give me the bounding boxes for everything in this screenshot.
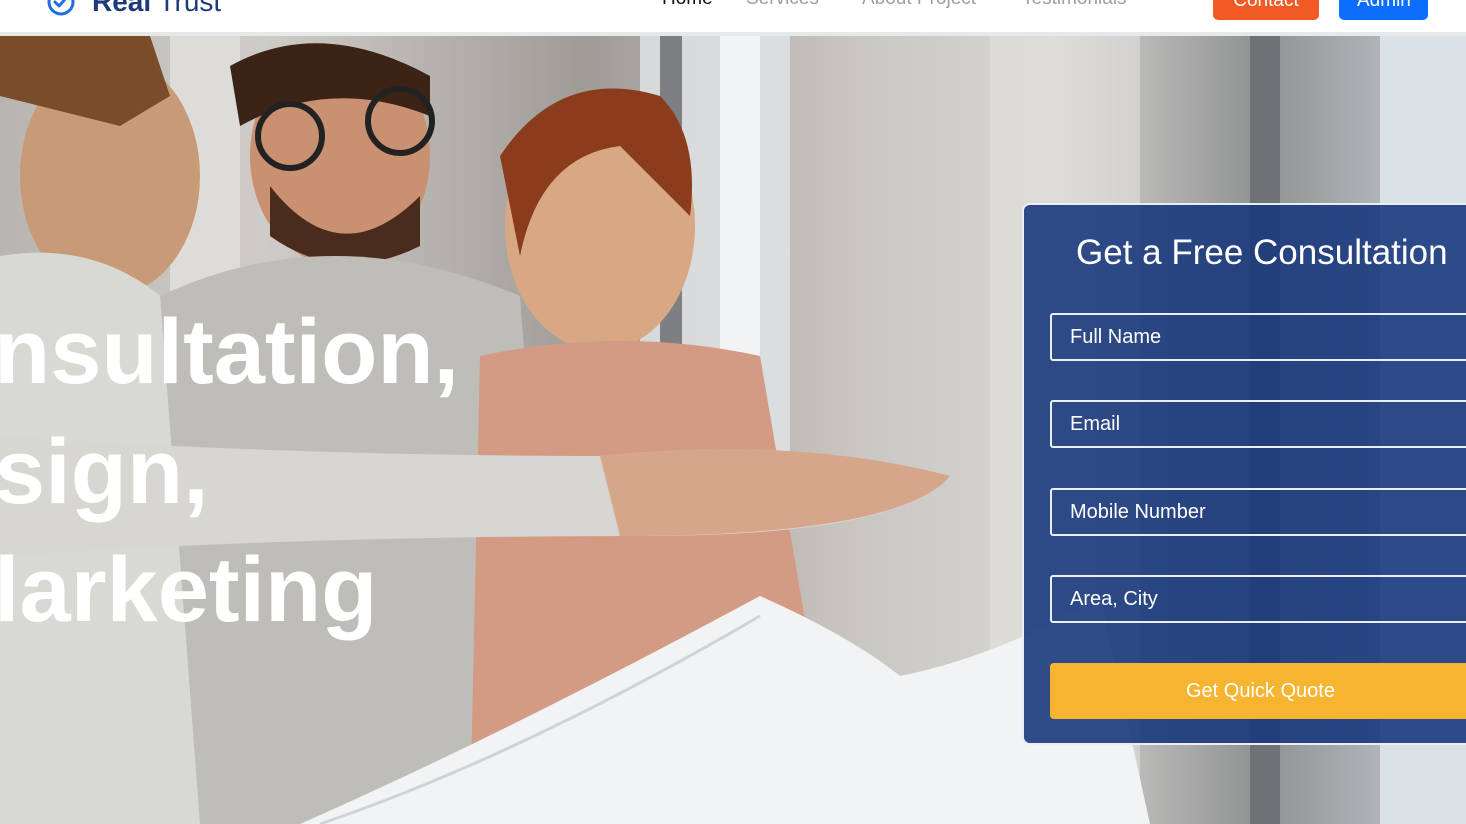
hero-heading-line-2: sign, — [0, 421, 209, 523]
full-name-input[interactable] — [1050, 313, 1466, 361]
hero-section: nsultation, sign, larketing Get a Free C… — [0, 36, 1466, 824]
area-city-input[interactable] — [1050, 575, 1466, 623]
hero-heading-line-1: nsultation, — [0, 301, 460, 403]
get-quick-quote-button[interactable]: Get Quick Quote — [1050, 663, 1466, 719]
nav-home[interactable]: Home — [662, 0, 713, 10]
nav-services[interactable]: Services — [746, 0, 819, 10]
email-input[interactable] — [1050, 400, 1466, 448]
contact-button[interactable]: Contact — [1213, 0, 1319, 20]
mobile-number-input[interactable] — [1050, 488, 1466, 536]
logo[interactable]: Real Trust — [46, 0, 221, 18]
nav-testimonials[interactable]: Testimonials — [1022, 0, 1127, 10]
admin-button[interactable]: Admin — [1339, 0, 1428, 20]
logo-text: Real Trust — [92, 0, 222, 17]
consultation-form: Get a Free Consultation Get Quick Quote — [1022, 203, 1466, 745]
site-header: Real Trust Home Services About Project T… — [0, 0, 1466, 36]
hero-heading-line-3: larketing — [0, 539, 378, 641]
check-circle-icon — [47, 0, 75, 16]
nav-about-project[interactable]: About Project — [862, 0, 976, 10]
form-title: Get a Free Consultation — [1076, 233, 1448, 272]
